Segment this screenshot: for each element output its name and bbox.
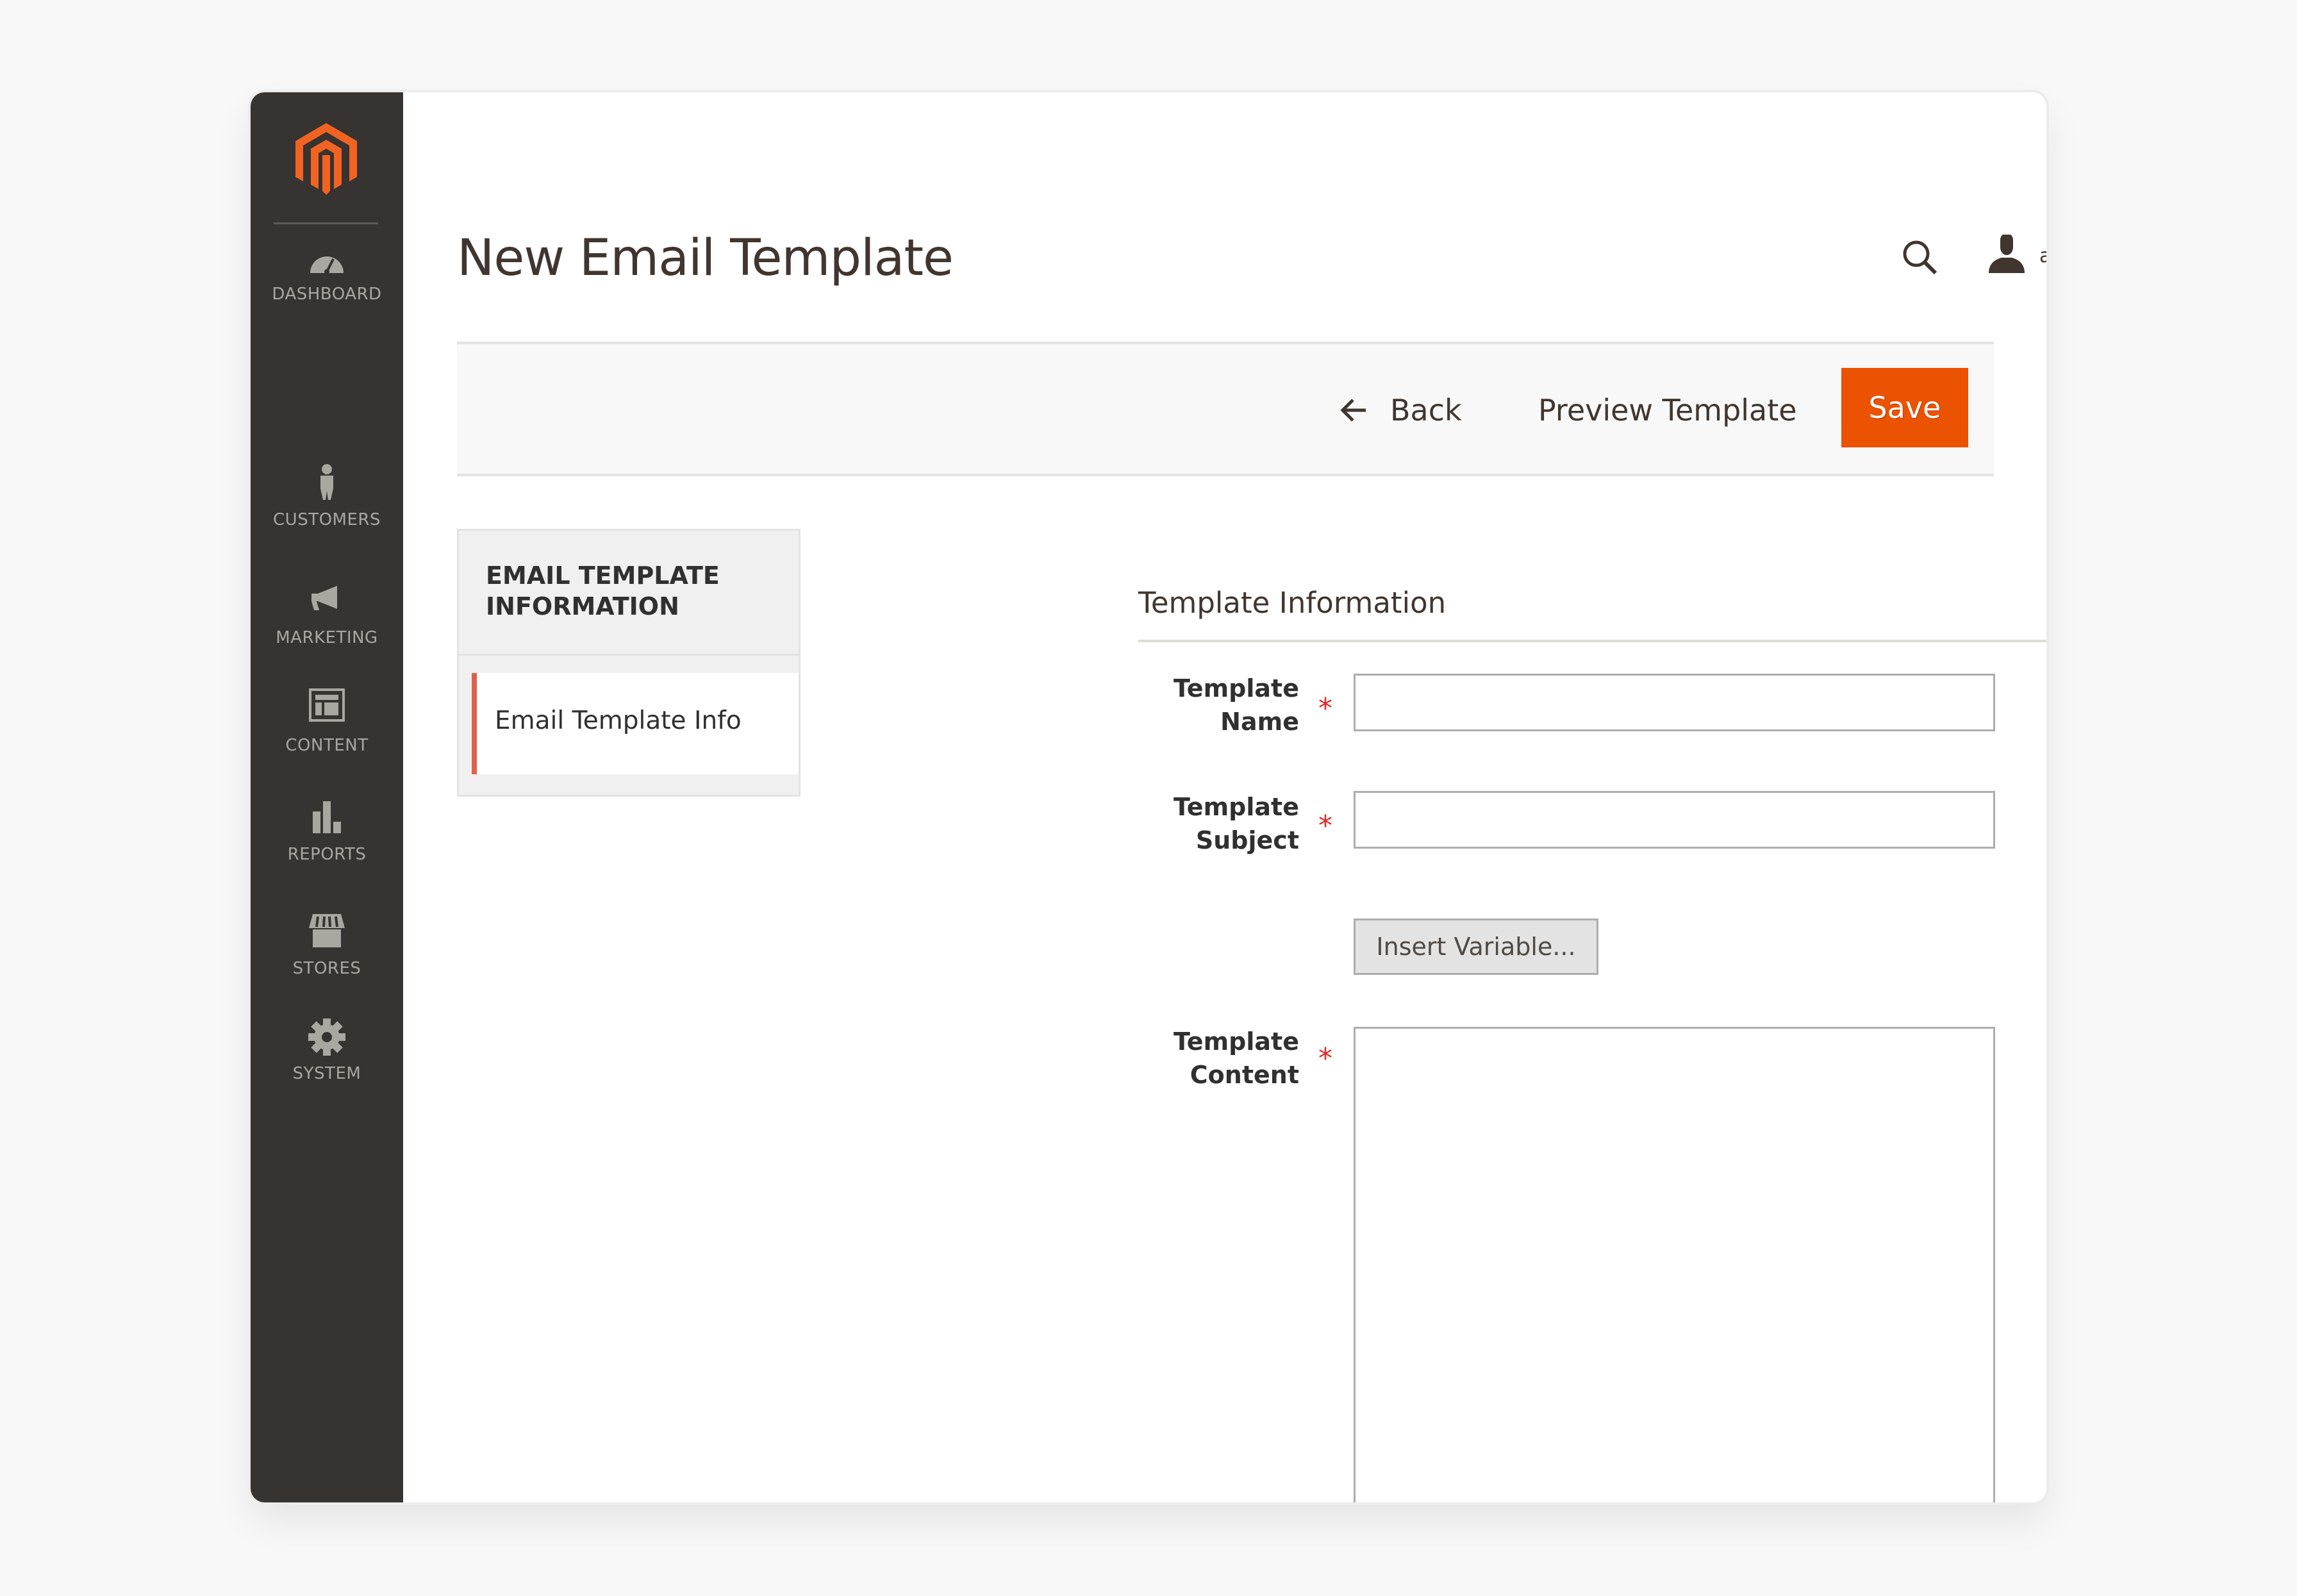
template-content-label: Template Content	[1173, 1027, 1299, 1089]
user-avatar-icon[interactable]	[1986, 235, 2027, 276]
sidebar-separator	[274, 222, 378, 224]
sidebar-item-dashboard[interactable]: Dashboard	[251, 244, 403, 308]
content-layout-icon	[309, 688, 345, 722]
gear-icon	[308, 1018, 345, 1056]
magento-logo-icon[interactable]	[294, 123, 358, 195]
sidebar-label: Stores	[292, 959, 361, 978]
main-content: New Email Template admin Back Preview Te…	[403, 92, 2046, 1502]
back-label: Back	[1390, 393, 1462, 428]
sidebar-label: System	[292, 1064, 361, 1083]
tab-label: Email Template Info	[495, 706, 742, 735]
tabs-panel: Email Template Information Email Templat…	[457, 529, 800, 797]
template-content-textarea[interactable]	[1354, 1027, 1995, 1502]
template-subject-input[interactable]	[1354, 791, 1995, 849]
page-title: New Email Template	[457, 229, 954, 287]
template-name-label: Template Name	[1173, 674, 1299, 736]
arrow-left-icon	[1340, 399, 1366, 422]
admin-user-menu[interactable]: admin	[2039, 245, 2046, 267]
insert-variable-button[interactable]: Insert Variable...	[1354, 919, 1598, 975]
sidebar-item-system[interactable]: System	[251, 1018, 403, 1088]
sidebar-label: Reports	[287, 845, 367, 864]
sidebar-label: Content	[285, 736, 369, 755]
admin-window: Dashboard Customers Marketing Content	[251, 92, 2046, 1502]
tabs-divider	[459, 654, 799, 656]
save-button[interactable]: Save	[1841, 368, 1968, 447]
sidebar-item-stores[interactable]: Stores	[251, 913, 403, 983]
sidebar-item-reports[interactable]: Reports	[251, 797, 403, 868]
sidebar-label: Marketing	[276, 628, 378, 647]
customer-person-icon	[320, 464, 333, 500]
dashboard-gauge-icon	[310, 256, 344, 274]
sidebar: Dashboard Customers Marketing Content	[251, 92, 403, 1502]
storefront-icon	[309, 914, 345, 947]
sidebar-label: Dashboard	[272, 285, 382, 304]
sidebar-item-customers[interactable]: Customers	[251, 463, 403, 533]
sidebar-item-marketing[interactable]: Marketing	[251, 581, 403, 651]
preview-template-button[interactable]: Preview Template	[1538, 388, 1797, 433]
megaphone-icon	[311, 586, 337, 610]
bar-chart-icon	[313, 801, 341, 833]
back-button[interactable]: Back	[1339, 388, 1462, 433]
required-asterisk: *	[1318, 810, 1332, 842]
template-name-input[interactable]	[1354, 674, 1995, 731]
required-asterisk: *	[1318, 692, 1332, 725]
sidebar-item-content[interactable]: Content	[251, 688, 403, 759]
tabs-title: Email Template Information	[486, 561, 720, 620]
template-subject-label: Template Subject	[1173, 793, 1299, 854]
sidebar-label: Customers	[273, 510, 381, 529]
page-actions-bar: Back Preview Template Save	[457, 342, 1994, 476]
search-icon[interactable]	[1900, 237, 1941, 278]
required-asterisk: *	[1318, 1042, 1332, 1075]
section-title: Template Information	[1138, 586, 1447, 620]
tab-email-template-info[interactable]: Email Template Info	[472, 673, 799, 774]
section-divider	[1138, 640, 2046, 642]
